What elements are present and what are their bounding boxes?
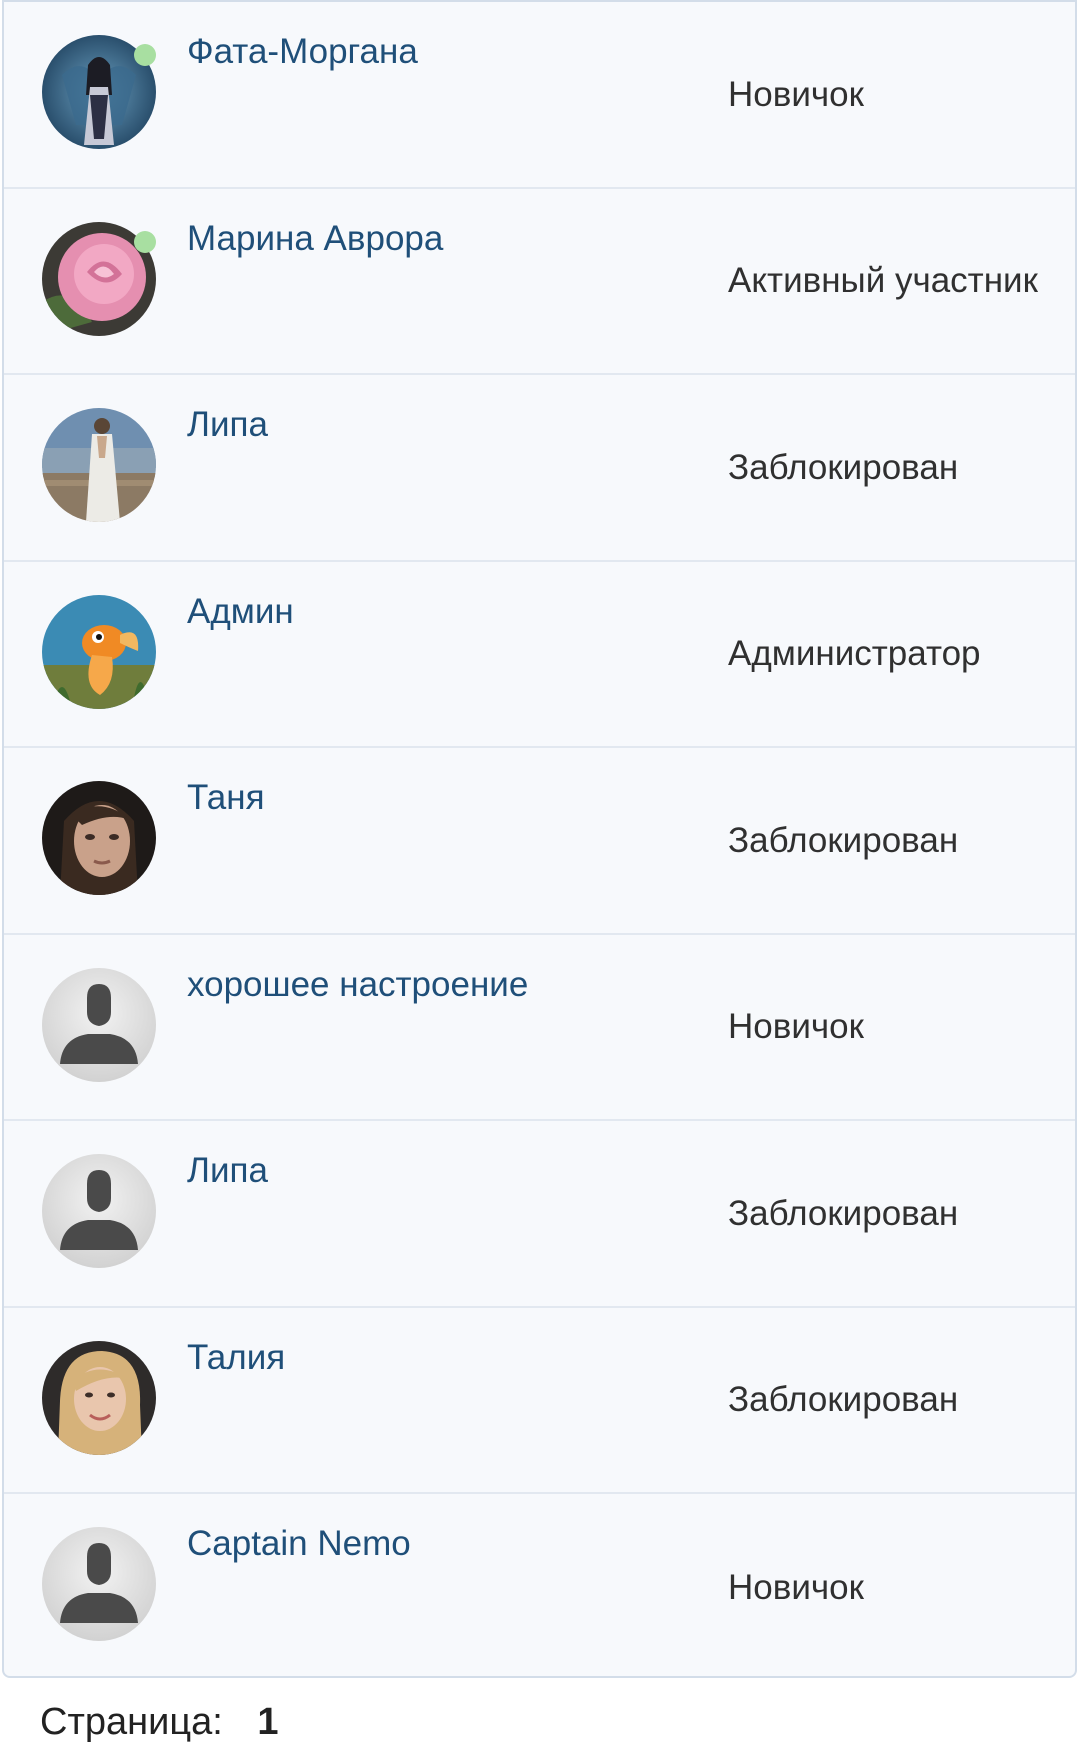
- member-name-link[interactable]: Админ: [187, 592, 294, 632]
- member-role: Заблокирован: [728, 820, 959, 860]
- member-role: Заблокирован: [728, 447, 959, 487]
- member-name-link[interactable]: хорошее настроение: [187, 965, 528, 1005]
- photo-blonde-woman-icon: [42, 1340, 156, 1455]
- pagination: Страница: 1: [40, 1700, 279, 1744]
- default-user-silhouette-icon: [42, 1154, 156, 1268]
- avatar[interactable]: [42, 1527, 156, 1641]
- avatar[interactable]: [42, 1154, 156, 1268]
- member-role: Новичок: [728, 1567, 864, 1607]
- pagination-label: Страница:: [40, 1701, 223, 1743]
- photo-woman-white-dress-icon: [42, 408, 156, 522]
- avatar[interactable]: [42, 1340, 156, 1455]
- member-row: Марина Аврора Активный участник: [4, 189, 1075, 375]
- member-name-link[interactable]: Captain Nemo: [187, 1524, 411, 1564]
- avatar[interactable]: [42, 594, 156, 709]
- member-role: Активный участник: [728, 261, 1038, 301]
- avatar[interactable]: [42, 781, 156, 895]
- member-name-link[interactable]: Липа: [187, 405, 268, 445]
- member-role: Новичок: [728, 74, 864, 114]
- member-role: Заблокирован: [728, 1380, 959, 1420]
- member-role: Заблокирован: [728, 1193, 959, 1233]
- members-list: Фата-Моргана Новичок Марина Аврора Актив…: [2, 0, 1077, 1678]
- default-user-silhouette-icon: [42, 967, 156, 1082]
- member-name-link[interactable]: Липа: [187, 1151, 268, 1191]
- online-status-indicator: [134, 230, 156, 253]
- photo-woman-portrait-icon: [42, 781, 156, 895]
- member-name-link[interactable]: Талия: [187, 1338, 285, 1378]
- member-row: Липа Заблокирован: [4, 375, 1075, 562]
- member-role: Администратор: [728, 634, 981, 674]
- default-user-silhouette-icon: [42, 1527, 156, 1641]
- photo-goldfish-cartoon-icon: [42, 594, 156, 709]
- online-status-indicator: [134, 44, 156, 66]
- current-page-number[interactable]: 1: [257, 1701, 278, 1743]
- avatar[interactable]: [42, 967, 156, 1082]
- member-row: Фата-Моргана Новичок: [4, 2, 1075, 189]
- member-row: Талия Заблокирован: [4, 1308, 1075, 1494]
- member-row: Админ Администратор: [4, 562, 1075, 748]
- member-name-link[interactable]: Марина Аврора: [187, 219, 443, 259]
- member-row: Липа Заблокирован: [4, 1121, 1075, 1308]
- member-name-link[interactable]: Фата-Моргана: [187, 32, 418, 72]
- member-row: хорошее настроение Новичок: [4, 935, 1075, 1121]
- member-role: Новичок: [728, 1007, 864, 1047]
- member-row: Captain Nemo Новичок: [4, 1494, 1075, 1676]
- member-row: Таня Заблокирован: [4, 748, 1075, 935]
- avatar[interactable]: [42, 408, 156, 522]
- member-name-link[interactable]: Таня: [187, 778, 265, 818]
